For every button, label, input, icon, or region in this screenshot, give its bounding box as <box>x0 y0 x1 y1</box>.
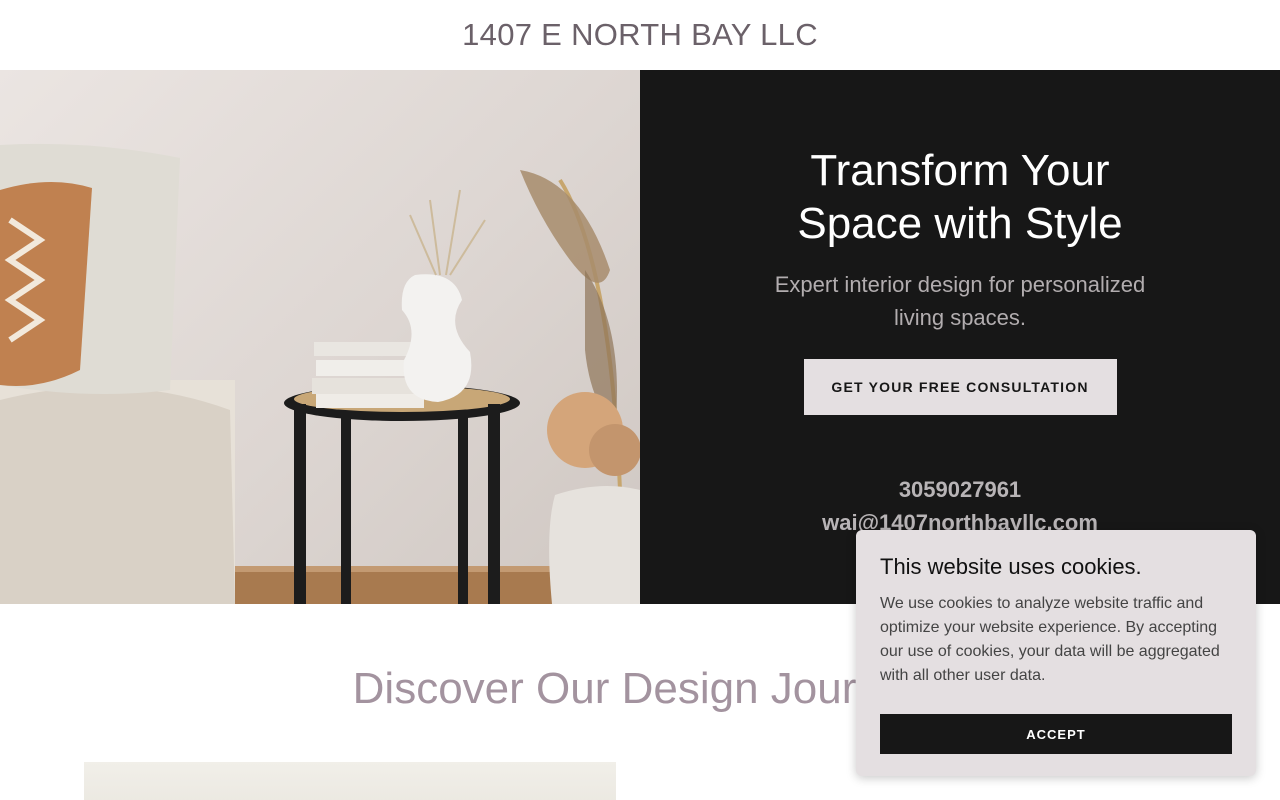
hero-content: Transform Your Space with Style Expert i… <box>640 70 1280 604</box>
cookie-accept-button[interactable]: ACCEPT <box>880 714 1232 754</box>
site-title[interactable]: 1407 E NORTH BAY LLC <box>462 17 818 53</box>
section-image <box>84 762 616 800</box>
hero-section: Transform Your Space with Style Expert i… <box>0 70 1280 604</box>
hero-subheading: Expert interior design for personalized … <box>774 272 1146 330</box>
hero-heading: Transform Your Space with Style <box>797 146 1123 248</box>
site-header: 1407 E NORTH BAY LLC <box>0 0 1280 70</box>
consultation-cta-button[interactable]: GET YOUR FREE CONSULTATION <box>803 359 1117 415</box>
cookie-text: We use cookies to analyze website traffi… <box>880 595 1220 684</box>
cookie-banner: This website uses cookies. We use cookie… <box>856 530 1256 776</box>
page: 1407 E NORTH BAY LLC Transform Your Spac… <box>0 0 1280 800</box>
interior-photo-illustration <box>0 143 640 604</box>
cookie-title: This website uses cookies. <box>880 554 1142 579</box>
hero-image <box>0 70 640 604</box>
phone-link[interactable]: 3059027961 <box>822 473 1098 506</box>
